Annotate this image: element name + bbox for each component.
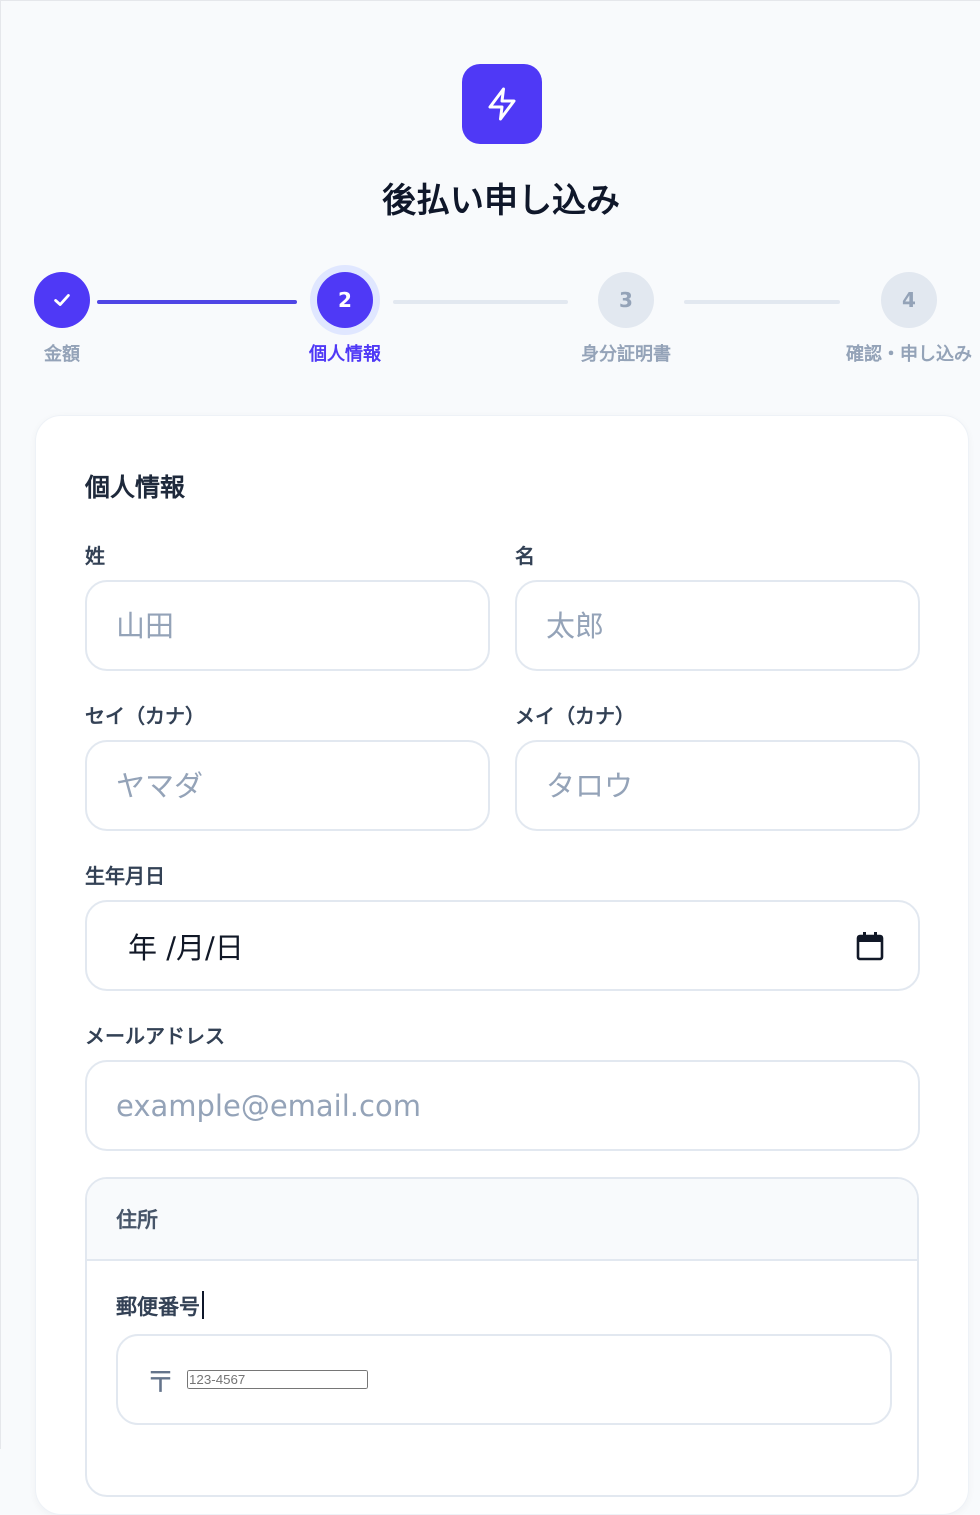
postal-code-label-text: 郵便番号	[116, 1295, 200, 1319]
birthdate-display[interactable]: 年 /月/日	[116, 925, 918, 967]
step-3-label: 身分証明書	[581, 344, 671, 365]
last-name-kana-label: セイ（カナ）	[85, 704, 205, 728]
first-name-field[interactable]	[515, 580, 920, 671]
birthdate-label: 生年月日	[85, 864, 165, 888]
first-name-kana-field[interactable]	[515, 740, 920, 831]
step-2-circle[interactable]: 2	[317, 272, 373, 328]
birthdate-field[interactable]: 年 /月/日	[85, 900, 920, 991]
step-4-circle[interactable]: 4	[881, 272, 937, 328]
address-section: 住所 郵便番号 〒	[85, 1177, 919, 1497]
email-field[interactable]	[85, 1060, 920, 1151]
email-input[interactable]	[116, 1088, 918, 1123]
step-4-label: 確認・申し込み	[846, 344, 972, 365]
step-1-circle[interactable]	[34, 272, 90, 328]
step-1-label: 金額	[44, 344, 80, 365]
stepper-connector-3	[684, 300, 840, 304]
postal-code-label: 郵便番号	[116, 1291, 204, 1321]
check-icon	[54, 294, 70, 306]
page-frame: 後払い申し込み 2 3 4 金額 個人情報 身分証明書 確認・申し込み 個人情報…	[0, 0, 980, 1515]
stepper-connector-1	[97, 300, 297, 304]
first-name-input[interactable]	[546, 608, 918, 643]
stepper-connector-2	[393, 300, 568, 304]
last-name-kana-field[interactable]	[85, 740, 490, 831]
postal-code-input[interactable]	[187, 1370, 369, 1389]
text-caret	[202, 1291, 204, 1319]
email-label: メールアドレス	[85, 1024, 225, 1048]
last-name-label: 姓	[85, 544, 105, 568]
postal-code-field[interactable]: 〒	[116, 1334, 892, 1425]
first-name-kana-input[interactable]	[546, 768, 918, 803]
postal-mark-icon: 〒	[146, 1364, 176, 1399]
app-logo	[462, 64, 542, 144]
last-name-input[interactable]	[116, 608, 488, 643]
first-name-kana-label: メイ（カナ）	[515, 704, 635, 728]
first-name-label: 名	[515, 544, 535, 568]
section-title: 個人情報	[85, 473, 186, 502]
page-title: 後払い申し込み	[382, 181, 620, 221]
last-name-field[interactable]	[85, 580, 490, 671]
step-3-circle[interactable]: 3	[598, 272, 654, 328]
lightning-bolt-icon	[488, 87, 516, 121]
step-2-label: 個人情報	[309, 344, 381, 365]
calendar-icon[interactable]	[856, 931, 884, 961]
last-name-kana-input[interactable]	[116, 768, 488, 803]
address-heading: 住所	[87, 1179, 917, 1261]
